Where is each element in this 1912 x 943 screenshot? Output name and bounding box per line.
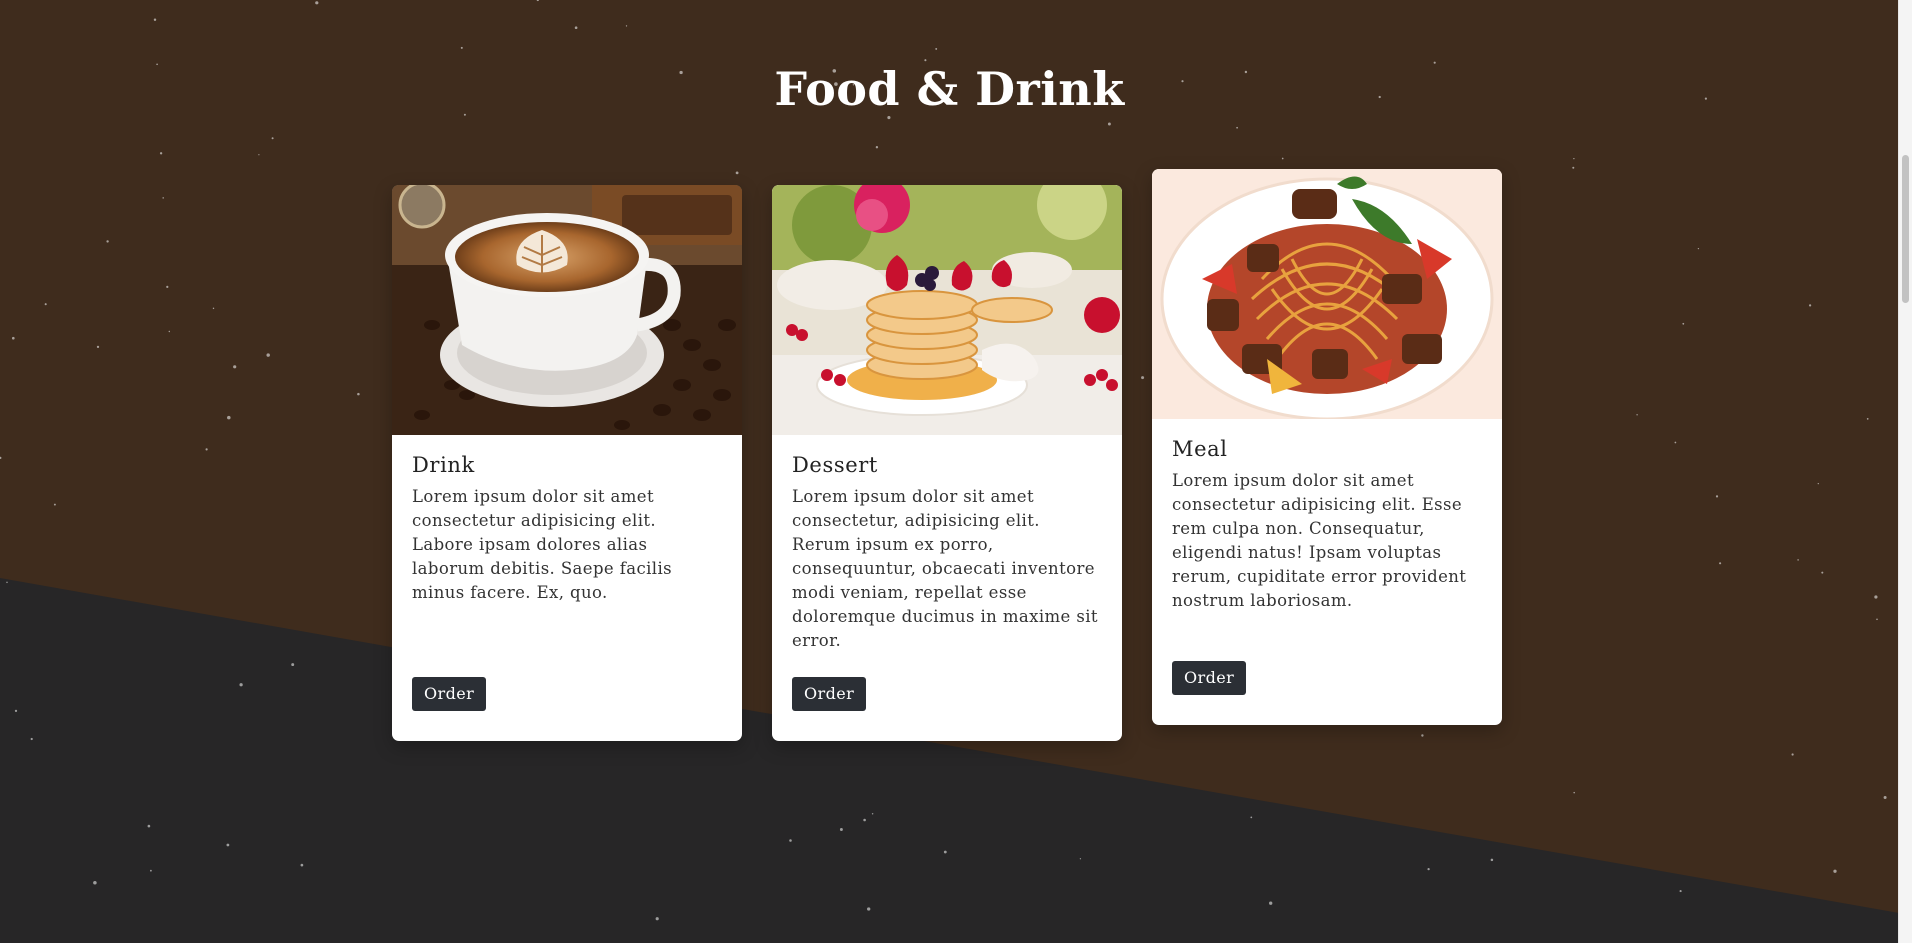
star-dot	[1421, 734, 1424, 737]
star-dot	[1833, 869, 1837, 873]
star-dot	[96, 345, 100, 349]
star-dot	[935, 47, 938, 50]
star-dot	[1808, 304, 1812, 307]
star-dot	[53, 503, 56, 506]
scrollbar-thumb[interactable]	[1902, 155, 1909, 303]
star-dot	[1866, 418, 1869, 420]
order-button-dessert[interactable]: Order	[792, 677, 867, 711]
star-dot	[1107, 122, 1111, 126]
star-dot	[1719, 562, 1722, 565]
star-dot	[147, 824, 151, 828]
star-dot	[150, 869, 152, 872]
star-dot	[227, 415, 231, 420]
star-dot	[789, 839, 792, 842]
card-title: Drink	[412, 453, 475, 477]
section-title: Food & Drink	[774, 62, 1125, 116]
star-dot	[1682, 322, 1685, 325]
star-dot	[226, 843, 230, 847]
star-dot	[1876, 618, 1878, 621]
star-dot	[1573, 791, 1575, 794]
cappuccino-image	[392, 185, 742, 435]
star-dot	[867, 907, 871, 911]
star-dot	[871, 813, 874, 815]
star-dot	[1797, 559, 1799, 561]
star-dot	[1490, 858, 1494, 862]
star-dot	[271, 137, 274, 140]
star-dot	[574, 26, 578, 30]
card-body: Dessert Lorem ipsum dolor sit amet conse…	[772, 435, 1122, 723]
card-body: Drink Lorem ipsum dolor sit amet consect…	[392, 435, 742, 723]
vertical-scrollbar[interactable]	[1898, 0, 1912, 943]
card-text: Lorem ipsum dolor sit amet consectetur, …	[792, 487, 1098, 650]
star-dot	[239, 683, 243, 687]
star-dot	[233, 365, 237, 369]
star-dot	[357, 392, 360, 396]
star-dot	[106, 240, 109, 243]
star-dot	[1883, 796, 1887, 799]
card-title: Dessert	[792, 453, 878, 477]
pancakes-image	[772, 185, 1122, 435]
star-dot	[655, 917, 659, 921]
card-meal: Meal Lorem ipsum dolor sit amet consecte…	[1152, 169, 1502, 725]
card-text: Lorem ipsum dolor sit amet consectetur a…	[1172, 471, 1467, 610]
star-dot	[30, 737, 33, 741]
star-dot	[1636, 414, 1638, 416]
order-button-drink[interactable]: Order	[412, 677, 487, 711]
star-dot	[162, 197, 164, 199]
card-title: Meal	[1172, 437, 1228, 461]
star-dot	[460, 46, 463, 49]
star-dot	[1269, 901, 1273, 905]
star-dot	[863, 818, 866, 822]
star-dot	[1679, 890, 1682, 893]
star-dot	[168, 330, 170, 333]
card-drink: Drink Lorem ipsum dolor sit amet consect…	[392, 185, 742, 741]
star-dot	[887, 116, 891, 120]
star-dot	[205, 448, 208, 451]
star-dot	[875, 146, 879, 149]
star-dot	[258, 154, 260, 156]
star-dot	[14, 709, 18, 713]
star-dot	[1697, 247, 1700, 250]
star-dot	[735, 171, 739, 175]
star-dot	[1250, 816, 1253, 819]
star-dot	[1817, 482, 1819, 485]
star-dot	[839, 828, 843, 831]
star-dot	[1791, 753, 1794, 756]
star-dot	[6, 581, 8, 584]
star-dot	[12, 336, 15, 340]
star-dot	[300, 863, 304, 867]
spaghetti-image	[1152, 169, 1502, 419]
star-dot	[93, 881, 97, 885]
star-dot	[166, 285, 169, 289]
star-dot	[153, 18, 157, 21]
star-dot	[1141, 376, 1145, 380]
star-dot	[44, 303, 47, 306]
order-button-meal[interactable]: Order	[1172, 661, 1247, 695]
star-dot	[291, 663, 295, 667]
star-dot	[315, 1, 319, 5]
star-dot	[625, 25, 628, 27]
star-dot	[1427, 867, 1430, 871]
star-dot	[1674, 441, 1677, 444]
star-dot	[1572, 166, 1575, 169]
card-text: Lorem ipsum dolor sit amet consectetur a…	[412, 487, 673, 602]
star-dot	[266, 353, 270, 357]
star-dot	[924, 59, 927, 62]
star-dot	[1281, 157, 1284, 160]
star-dot	[1874, 595, 1878, 599]
star-dot	[1573, 157, 1575, 160]
star-dot	[943, 850, 947, 854]
card-dessert: Dessert Lorem ipsum dolor sit amet conse…	[772, 185, 1122, 741]
star-dot	[212, 307, 215, 310]
star-dot	[1715, 495, 1719, 498]
star-dot	[1821, 571, 1824, 574]
star-dot	[1079, 858, 1082, 860]
star-dot	[159, 152, 163, 155]
star-dot	[1236, 126, 1238, 129]
card-body: Meal Lorem ipsum dolor sit amet consecte…	[1152, 419, 1502, 707]
